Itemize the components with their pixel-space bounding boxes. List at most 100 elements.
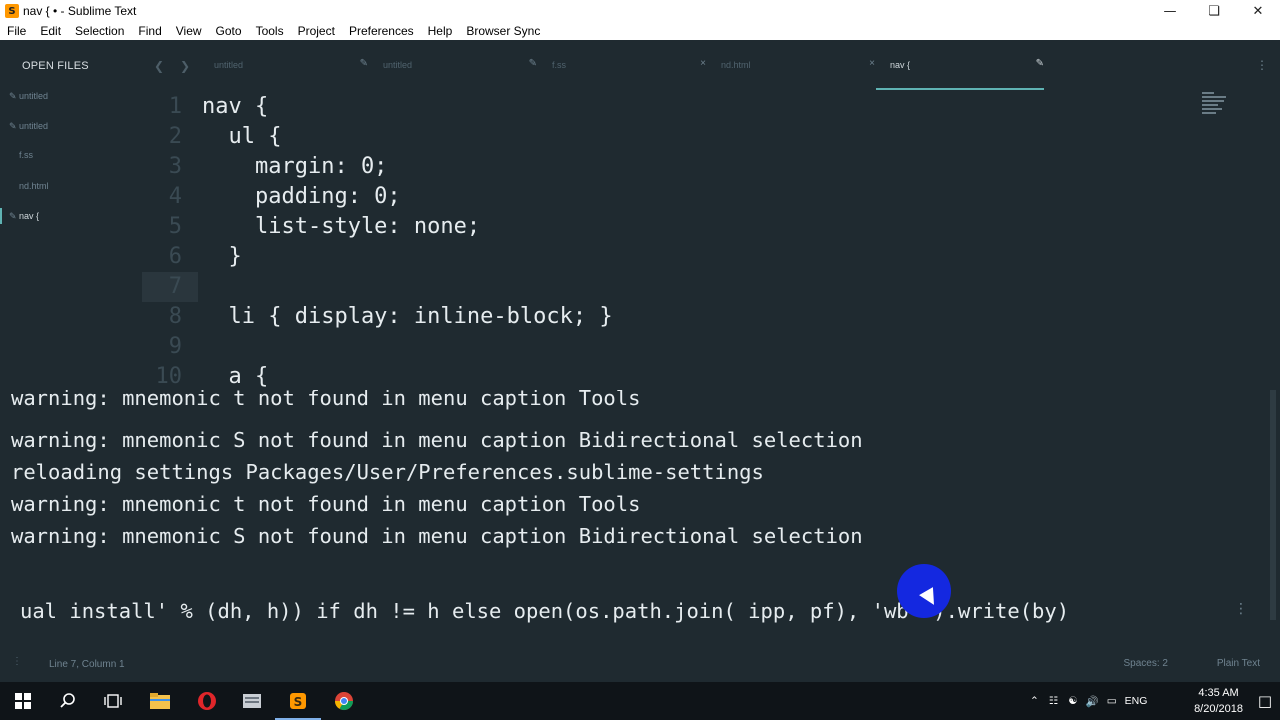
menu-view[interactable]: View	[169, 24, 209, 38]
status-bar: ⋮ Line 7, Column 1 Spaces: 2 Plain Text	[0, 638, 1280, 682]
tab-label: nav {	[890, 60, 911, 70]
chevron-right-icon[interactable]: ❯	[180, 59, 190, 73]
menu-bar: File Edit Selection Find View Goto Tools…	[0, 22, 1280, 40]
tab-untitled-2[interactable]: untitled ✎	[383, 54, 551, 90]
task-view-button[interactable]	[90, 682, 136, 720]
file-explorer-icon	[150, 693, 170, 709]
volume-icon[interactable]: 🔊	[1086, 695, 1099, 708]
tab-untitled-1[interactable]: untitled ✎	[214, 54, 382, 90]
window-title: nav { • - Sublime Text	[23, 4, 137, 18]
line-number: 5	[168, 214, 182, 239]
taskbar: S ⌃ ☷ ☯ 🔊 ▭ ENG 4:35 AM 8/20/2018 □	[0, 682, 1280, 720]
minimap[interactable]	[1202, 92, 1236, 122]
sidebar: OPEN FILES ✎ untitled ✎ untitled f.ss nd…	[0, 40, 142, 390]
pencil-icon: ✎	[9, 210, 17, 221]
more-vertical-icon[interactable]: ⋮	[1234, 601, 1248, 617]
sidebar-file-label: untitled	[19, 91, 49, 101]
opera-button[interactable]	[184, 682, 230, 720]
close-icon[interactable]: ×	[700, 58, 706, 69]
pencil-icon: ✎	[9, 90, 17, 101]
console-line: warning: mnemonic S not found in menu ca…	[11, 428, 863, 452]
panel-switcher-icon[interactable]: ⋮	[12, 656, 22, 667]
start-icon	[15, 693, 31, 709]
search-button[interactable]	[45, 682, 91, 720]
tab-label: f.ss	[552, 60, 567, 70]
line-number: 10	[155, 364, 183, 389]
wifi-icon[interactable]: ☯	[1068, 695, 1077, 707]
code-line: 6 }	[142, 242, 1266, 272]
sidebar-file-untitled-1[interactable]: ✎ untitled	[0, 86, 142, 106]
tab-fss[interactable]: f.ss ×	[552, 54, 720, 90]
search-icon	[60, 693, 75, 708]
sidebar-file-nav[interactable]: ✎ nav {	[0, 206, 142, 226]
chevron-up-icon[interactable]: ⌃	[1030, 695, 1039, 707]
menu-find[interactable]: Find	[131, 24, 168, 38]
menu-selection[interactable]: Selection	[68, 24, 131, 38]
app-button[interactable]	[229, 682, 275, 720]
tab-nav[interactable]: nav { ✎	[876, 54, 1058, 90]
file-explorer-button[interactable]	[137, 682, 183, 720]
console-line: warning: mnemonic t not found in menu ca…	[11, 390, 641, 410]
vertical-scrollbar[interactable]	[1266, 40, 1280, 638]
code-line: 8 li { display: inline-block; }	[142, 302, 1266, 332]
taskbar-clock[interactable]: 4:35 AM 8/20/2018	[1194, 685, 1243, 717]
close-icon: ✕	[1252, 3, 1264, 19]
menu-help[interactable]: Help	[421, 24, 460, 38]
clock-time: 4:35 AM	[1198, 687, 1239, 699]
battery-icon[interactable]: ▭	[1107, 695, 1117, 707]
language-indicator[interactable]: ENG	[1125, 695, 1148, 707]
app-icon	[243, 694, 261, 708]
menu-browser-sync[interactable]: Browser Sync	[459, 24, 547, 38]
scrollbar-thumb[interactable]	[1270, 390, 1276, 620]
system-tray: ⌃ ☷ ☯ 🔊 ▭ ENG	[1030, 682, 1147, 720]
menu-goto[interactable]: Goto	[209, 24, 249, 38]
console-input[interactable]: ual install' % (dh, h)) if dh != h else …	[0, 585, 1266, 638]
chevron-left-icon[interactable]: ❮	[154, 59, 164, 73]
close-button[interactable]: ✕	[1236, 0, 1280, 22]
console-output: warning: mnemonic t not found in menu ca…	[0, 390, 1266, 585]
sidebar-file-label: nav {	[19, 211, 40, 221]
line-number: 2	[168, 124, 182, 149]
close-icon[interactable]: ×	[869, 58, 875, 69]
console-line: reloading settings Packages/User/Prefere…	[11, 460, 764, 484]
code-line: 10 a {	[142, 362, 1266, 390]
notification-icon[interactable]: □	[1258, 692, 1272, 710]
chrome-button[interactable]	[321, 682, 367, 720]
syntax-setting[interactable]: Plain Text	[1217, 658, 1260, 669]
tab-ndhtml[interactable]: nd.html ×	[721, 54, 889, 90]
pencil-icon[interactable]: ✎	[1036, 58, 1044, 69]
console-line: warning: mnemonic t not found in menu ca…	[11, 492, 641, 516]
sublime-text-icon: S	[5, 4, 19, 18]
code-line: 3 margin: 0;	[142, 152, 1266, 182]
sidebar-file-label: f.ss	[19, 150, 34, 160]
start-button[interactable]	[0, 682, 46, 720]
pencil-icon[interactable]: ✎	[360, 58, 368, 69]
restore-icon: ❏	[1208, 3, 1220, 19]
sidebar-file-fss[interactable]: f.ss	[0, 145, 142, 165]
sidebar-file-ndhtml[interactable]: nd.html	[0, 176, 142, 196]
code-editor[interactable]: 1 nav { 2 ul { 3 margin: 0; 4 padding: 0;…	[142, 92, 1266, 390]
menu-tools[interactable]: Tools	[249, 24, 291, 38]
code-line: 5 list-style: none;	[142, 212, 1266, 242]
window-controls: — ❏ ✕	[1148, 0, 1280, 22]
menu-file[interactable]: File	[0, 24, 33, 38]
tab-label: untitled	[214, 60, 244, 70]
sublime-text-button[interactable]: S	[275, 682, 321, 720]
code-line: 2 ul {	[142, 122, 1266, 152]
menu-project[interactable]: Project	[291, 24, 342, 38]
code-text: a {	[202, 364, 269, 389]
maximize-button[interactable]: ❏	[1192, 0, 1236, 22]
network-icon[interactable]: ☷	[1049, 695, 1058, 707]
sidebar-file-untitled-2[interactable]: ✎ untitled	[0, 116, 142, 136]
tab-label: untitled	[383, 60, 413, 70]
menu-edit[interactable]: Edit	[33, 24, 68, 38]
code-line: 1 nav {	[142, 92, 1266, 122]
code-text: margin: 0;	[202, 154, 388, 179]
pencil-icon[interactable]: ✎	[529, 58, 537, 69]
indentation-setting[interactable]: Spaces: 2	[1124, 658, 1168, 669]
menu-preferences[interactable]: Preferences	[342, 24, 421, 38]
sidebar-file-label: nd.html	[19, 181, 49, 191]
task-view-icon	[104, 694, 122, 708]
minimize-button[interactable]: —	[1148, 0, 1192, 22]
code-text: li { display: inline-block; }	[202, 304, 613, 329]
